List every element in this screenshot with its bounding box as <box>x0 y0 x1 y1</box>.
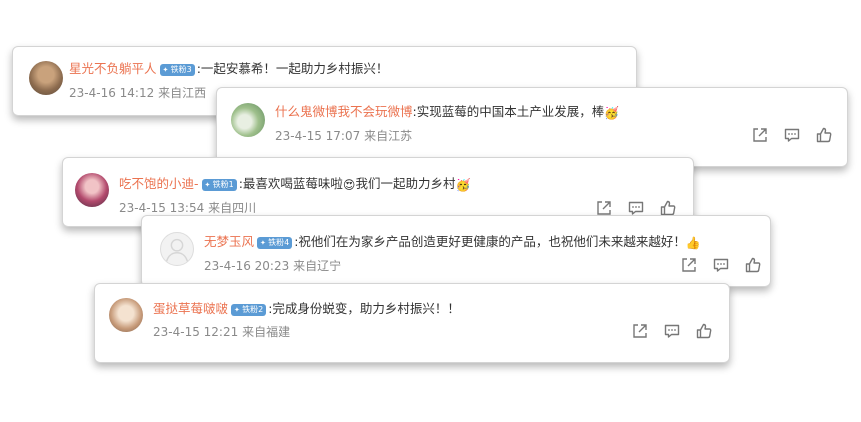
avatar[interactable] <box>231 103 265 137</box>
like-icon[interactable] <box>815 126 833 144</box>
emoji-2: 🥳 <box>455 178 471 192</box>
username[interactable]: 蛋挞草莓啵啵 <box>153 301 228 316</box>
comment-text-2: 我们一起助力乡村 <box>355 176 456 191</box>
avatar[interactable] <box>29 61 63 95</box>
comment-icon[interactable] <box>663 322 681 340</box>
comment-text: :一起安慕希！一起助力乡村振兴！ <box>196 61 389 76</box>
username[interactable]: 无梦玉风 <box>204 234 254 249</box>
fan-badge: 铁粉4 <box>257 237 293 249</box>
comment-date: 23-4-15 17:07 <box>275 129 361 143</box>
share-icon[interactable] <box>631 322 649 340</box>
username[interactable]: 什么鬼微博我不会玩微博 <box>275 104 413 119</box>
emoji: 👍 <box>685 236 701 250</box>
emoji: 😍 <box>342 178 356 192</box>
comment-location: 来自江苏 <box>364 129 413 143</box>
comment-location: 来自辽宁 <box>293 259 342 273</box>
comment-location: 来自江西 <box>158 86 207 100</box>
username[interactable]: 吃不饱的小迪- <box>119 176 199 191</box>
avatar[interactable] <box>109 298 143 332</box>
comment-card-5: 蛋挞草莓啵啵铁粉2:完成身份蜕变，助力乡村振兴！！ 23-4-15 12:21 … <box>94 283 730 363</box>
share-icon[interactable] <box>751 126 769 144</box>
avatar[interactable] <box>160 232 194 266</box>
comment-location: 来自四川 <box>208 201 257 215</box>
comment-text: :最喜欢喝蓝莓味啦 <box>238 176 343 191</box>
emoji: 🥳 <box>604 106 620 120</box>
comment-card-2: 什么鬼微博我不会玩微博:实现蓝莓的中国本土产业发展，棒🥳 23-4-15 17:… <box>216 87 848 167</box>
username[interactable]: 星光不负躺平人 <box>69 61 157 76</box>
comment-date: 23-4-15 12:21 <box>153 325 239 339</box>
share-icon[interactable] <box>680 256 698 274</box>
fan-badge: 铁粉3 <box>159 64 195 76</box>
comment-icon[interactable] <box>712 256 730 274</box>
comment-location: 来自福建 <box>242 325 291 339</box>
comment-text: :祝他们在为家乡产品创造更好更健康的产品，也祝他们未来越来越好！ <box>294 234 686 249</box>
like-icon[interactable] <box>744 256 762 274</box>
avatar[interactable] <box>75 173 109 207</box>
comment-text: :完成身份蜕变，助力乡村振兴！！ <box>268 301 460 316</box>
comment-text: :实现蓝莓的中国本土产业发展，棒 <box>412 104 605 119</box>
comment-card-4: 无梦玉风铁粉4:祝他们在为家乡产品创造更好更健康的产品，也祝他们未来越来越好！👍… <box>141 215 771 287</box>
fan-badge: 铁粉2 <box>231 304 267 316</box>
comment-icon[interactable] <box>783 126 801 144</box>
comment-date: 23-4-16 14:12 <box>69 86 155 100</box>
like-icon[interactable] <box>695 322 713 340</box>
comment-date: 23-4-16 20:23 <box>204 259 290 273</box>
fan-badge: 铁粉1 <box>201 179 237 191</box>
comment-date: 23-4-15 13:54 <box>119 201 205 215</box>
